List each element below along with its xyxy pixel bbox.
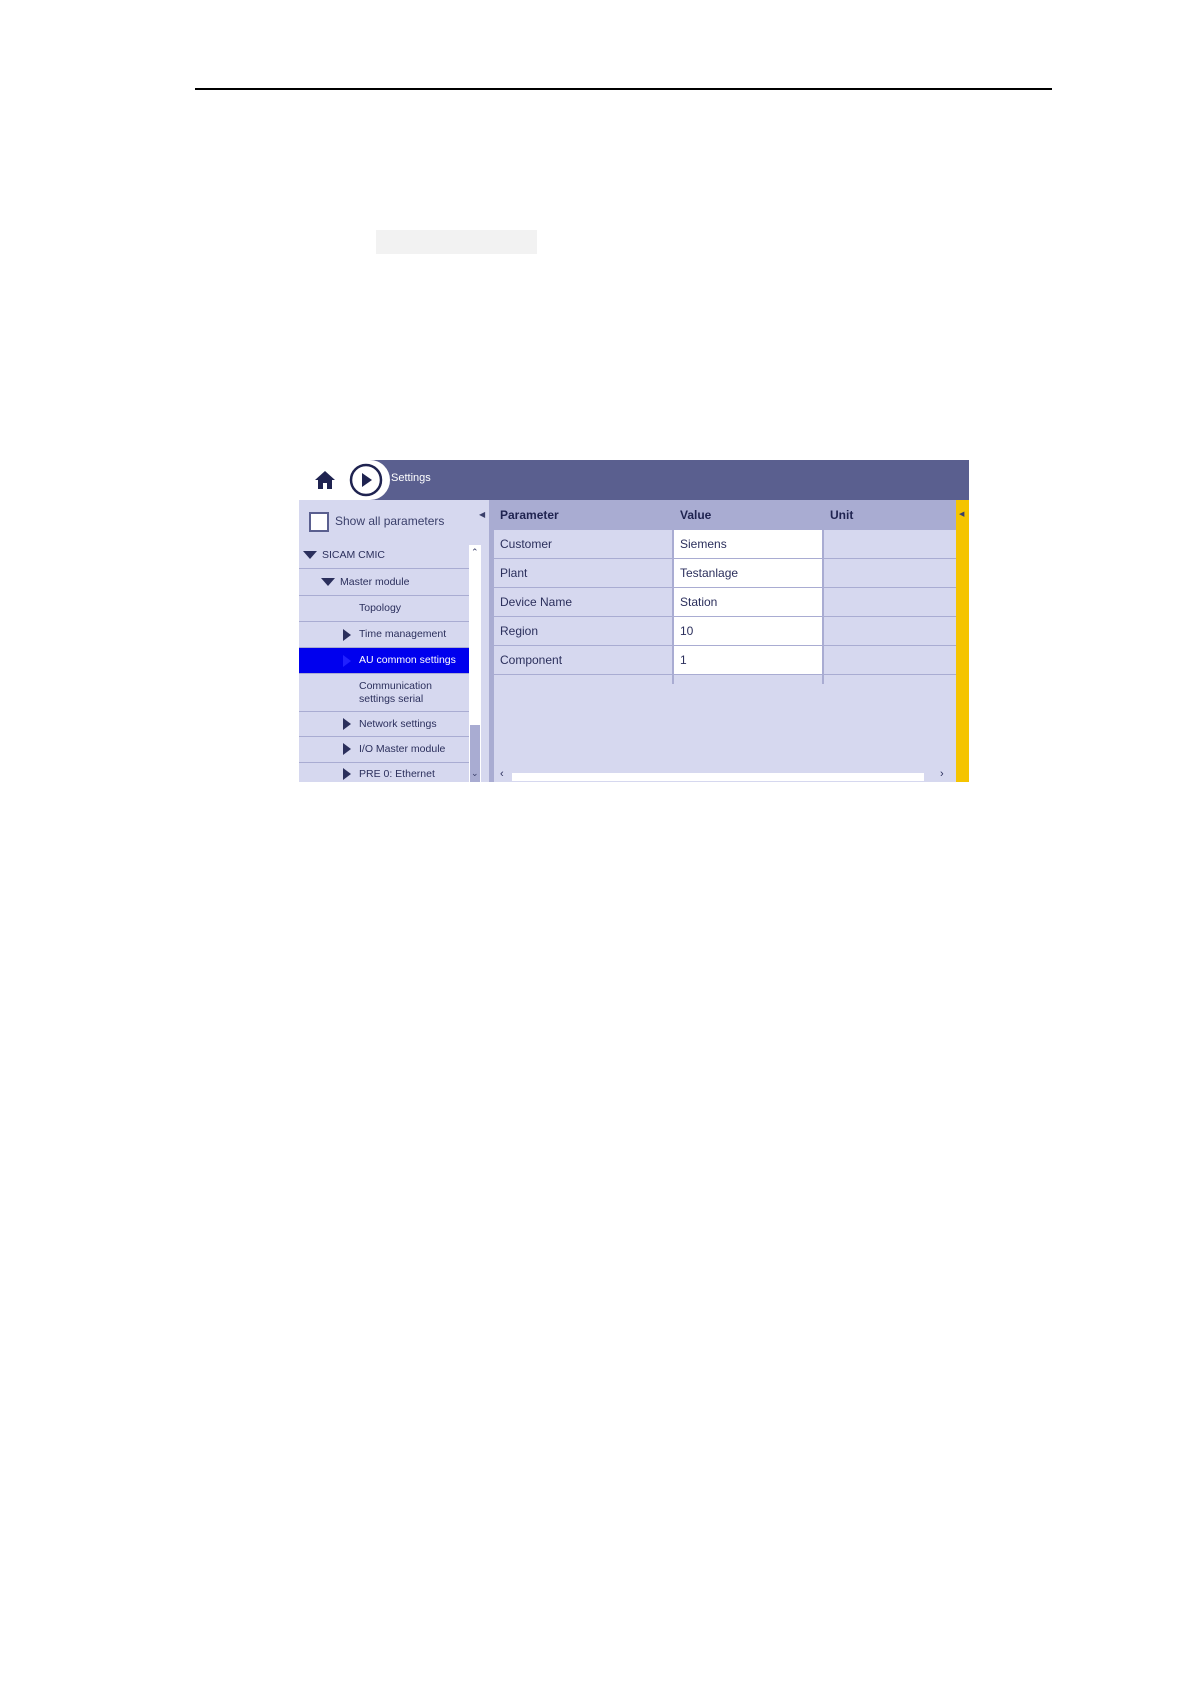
scroll-down-icon[interactable]: ⌄: [471, 768, 479, 779]
table-cell-parameter: Plant: [494, 559, 672, 588]
table-cell-value[interactable]: Siemens: [674, 530, 822, 559]
collapsed-arrow-icon: [343, 629, 351, 641]
table-cell-parameter: Customer: [494, 530, 672, 559]
window-title: Settings: [391, 472, 431, 484]
play-icon[interactable]: [349, 463, 383, 497]
scroll-left-icon[interactable]: ‹: [500, 768, 504, 780]
table-horizontal-scrollbar[interactable]: ‹ ›: [494, 768, 956, 782]
show-all-checkbox[interactable]: [309, 512, 329, 532]
collapsed-arrow-icon: [343, 743, 351, 755]
scroll-up-icon[interactable]: ⌃: [471, 547, 479, 558]
tree-item-topology[interactable]: Topology: [299, 596, 469, 622]
parameter-table: Parameter Value Unit Customer Siemens Pl…: [494, 500, 958, 782]
tree-item-au-common-settings[interactable]: AU common settings: [299, 648, 469, 674]
column-header-parameter[interactable]: Parameter: [494, 500, 672, 530]
side-accent-bar[interactable]: ◀: [956, 500, 969, 782]
table-cell-value[interactable]: 10: [674, 617, 822, 646]
table-cell-parameter: Region: [494, 617, 672, 646]
collapsed-arrow-icon: [343, 718, 351, 730]
tree-item-pre0-ethernet[interactable]: PRE 0: Ethernet: [299, 763, 469, 782]
tree-item-label: PRE 0: Ethernet: [359, 768, 435, 780]
expanded-arrow-icon: [321, 578, 335, 586]
tree-item-sicam-cmic[interactable]: SICAM CMIC: [299, 542, 469, 569]
tree-item-master-module[interactable]: Master module: [299, 569, 469, 596]
tree-item-network-settings[interactable]: Network settings: [299, 712, 469, 737]
table-cell-unit: [824, 617, 956, 646]
tree-item-time-management[interactable]: Time management: [299, 622, 469, 648]
page-header-rule: [195, 88, 1052, 90]
blank-caption-box: [376, 230, 537, 254]
collapsed-arrow-icon: [343, 655, 351, 667]
tree-item-label: I/O Master module: [359, 743, 446, 755]
horizontal-scroll-track[interactable]: [512, 773, 924, 781]
table-cell-value[interactable]: Station: [674, 588, 822, 617]
show-all-label: Show all parameters: [335, 514, 445, 528]
tree-item-label: Master module: [340, 576, 410, 588]
tree-item-label: AU common settings: [359, 654, 456, 666]
scroll-right-icon[interactable]: ›: [940, 768, 944, 780]
tree-item-communication-settings-serial[interactable]: Communication settings serial: [299, 674, 469, 712]
tree-item-label-line1: Communication: [359, 680, 432, 692]
title-bar: Settings: [299, 460, 969, 500]
table-cell-parameter: Device Name: [494, 588, 672, 617]
tree-item-label-line2: settings serial: [359, 693, 424, 705]
tree-item-label: Network settings: [359, 718, 437, 730]
show-all-parameters-toggle[interactable]: Show all parameters: [299, 500, 469, 542]
table-cell-value[interactable]: Testanlage: [674, 559, 822, 588]
navigation-panel: Show all parameters ◀ SICAM CMIC Master …: [299, 500, 489, 782]
table-cell-parameter: Component: [494, 646, 672, 675]
column-header-value[interactable]: Value: [674, 500, 822, 530]
table-cell-unit: [824, 588, 956, 617]
table-cell-unit: [824, 559, 956, 588]
expanded-arrow-icon: [303, 551, 317, 559]
tree-item-io-master-module[interactable]: I/O Master module: [299, 737, 469, 763]
collapsed-arrow-icon: [343, 768, 351, 780]
tree-item-label: SICAM CMIC: [322, 549, 385, 561]
table-cell-unit: [824, 646, 956, 675]
table-cell-unit: [824, 530, 956, 559]
column-header-unit[interactable]: Unit: [824, 500, 958, 530]
nav-button-group: [299, 460, 390, 500]
settings-window: Settings Show all parameters ◀ SICAM CMI…: [299, 460, 969, 782]
tree-item-label: Topology: [359, 602, 402, 614]
collapse-panel-icon[interactable]: ◀: [479, 510, 485, 519]
tree-item-label: Time management: [359, 628, 447, 640]
table-cell-value[interactable]: 1: [674, 646, 822, 675]
expand-side-panel-icon[interactable]: ◀: [959, 510, 964, 518]
home-icon[interactable]: [311, 466, 339, 494]
